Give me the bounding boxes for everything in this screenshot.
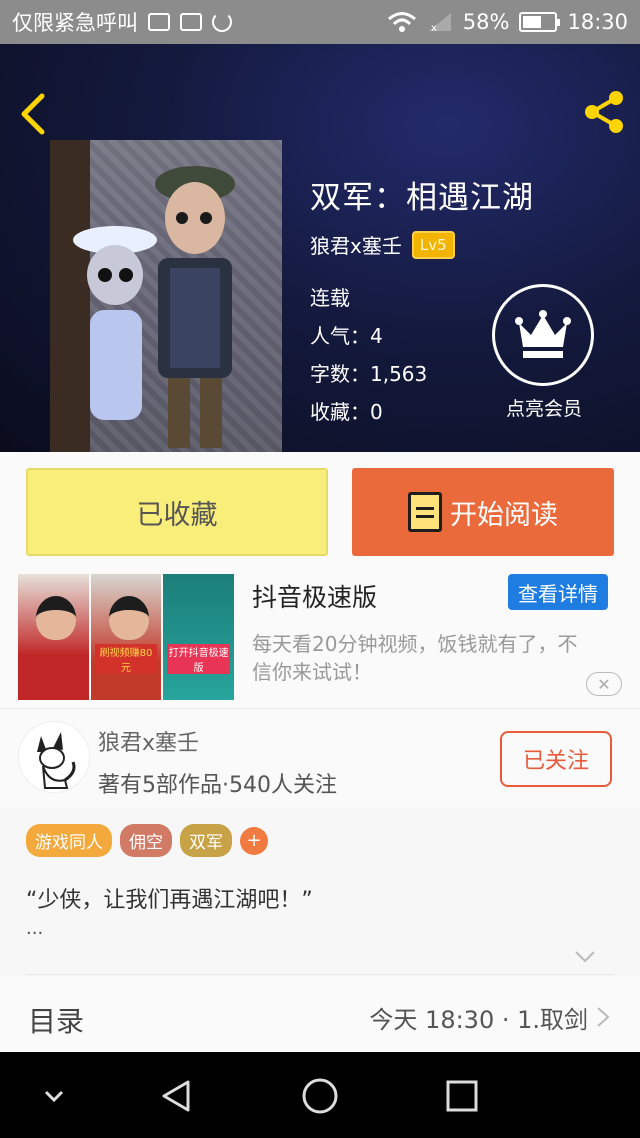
favorite-count: 收藏：0 — [310, 400, 383, 424]
carrier-text: 仅限紧急呼叫 — [12, 11, 138, 35]
svg-text:x: x — [431, 23, 437, 33]
ad-panel — [18, 574, 89, 700]
table-of-contents-row[interactable]: 目录 今天 18:30 · 1.取剑 — [0, 976, 640, 1052]
author-stats: 著有5部作品·540人关注 — [98, 773, 337, 798]
chevron-right-icon[interactable] — [596, 1006, 610, 1028]
system-nav-bar — [0, 1052, 640, 1138]
avatar[interactable] — [18, 721, 90, 793]
recents-nav-icon[interactable] — [442, 1076, 482, 1116]
favorited-button[interactable]: 已收藏 — [26, 468, 328, 556]
ad-image[interactable]: 刷视频赚80元 打开抖音极速版 — [18, 574, 235, 700]
divider — [26, 974, 614, 975]
battery-percent: 58% — [462, 10, 510, 34]
vip-button[interactable]: 点亮会员 — [492, 284, 596, 421]
wifi-icon — [387, 12, 416, 32]
hide-nav-icon[interactable] — [34, 1076, 74, 1116]
tag-chip[interactable]: 佣空 — [120, 824, 172, 857]
book-intro: “少侠，让我们再遇江湖吧！” — [26, 888, 313, 913]
sync-icon — [212, 12, 232, 32]
intro-ellipsis: ... — [26, 918, 44, 939]
ad-close-icon[interactable]: ✕ — [586, 672, 622, 696]
cover-figure-doll — [73, 226, 157, 420]
serial-status: 连载 — [310, 286, 350, 310]
word-count: 字数：1,563 — [310, 362, 428, 386]
share-icon[interactable] — [580, 88, 628, 136]
book-author-row: 狼君x塞壬 Lv5 — [310, 230, 455, 259]
signal-icon: x — [428, 13, 451, 33]
author-name[interactable]: 狼君x塞壬 — [98, 725, 199, 757]
start-reading-button[interactable]: 开始阅读 — [352, 468, 614, 556]
keyboard-icon — [148, 13, 170, 31]
book-author[interactable]: 狼君x塞壬 — [310, 230, 402, 259]
ad-detail-button[interactable]: 查看详情 — [508, 574, 608, 610]
ad-panel: 打开抖音极速版 — [163, 574, 235, 700]
book-cover-image[interactable] — [50, 140, 282, 452]
ad-panel: 刷视频赚80元 — [90, 574, 162, 700]
ad-panel-caption: 打开抖音极速版 — [167, 644, 231, 674]
book-header: 双军：相遇江湖 狼君x塞壬 Lv5 连载 人气：4 字数：1,563 收藏：0 … — [0, 44, 640, 452]
book-title: 双军：相遇江湖 — [310, 180, 534, 216]
wolf-avatar-icon — [37, 732, 76, 789]
status-bar: 仅限紧急呼叫 x 58% 18:30 — [0, 0, 640, 44]
image-icon — [180, 13, 202, 31]
battery-icon — [519, 12, 561, 32]
tag-chip[interactable]: 游戏同人 — [26, 824, 112, 857]
back-nav-icon[interactable] — [158, 1076, 198, 1116]
ad-title[interactable]: 抖音极速版 — [252, 578, 377, 614]
back-arrow-icon[interactable] — [16, 92, 52, 136]
vip-label: 点亮会员 — [505, 398, 582, 420]
ad-banner[interactable]: 刷视频赚80元 打开抖音极速版 抖音极速版 查看详情 每天看20分钟视频，饭钱就… — [0, 570, 640, 708]
action-buttons: 已收藏 开始阅读 — [0, 452, 640, 570]
follow-button[interactable]: 已关注 — [500, 731, 612, 787]
clock: 18:30 — [567, 10, 628, 34]
tag-chip[interactable]: 双军 — [180, 824, 232, 857]
author-section[interactable]: 狼君x塞壬 著有5部作品·540人关注 已关注 — [0, 708, 640, 808]
latest-chapter[interactable]: 今天 18:30 · 1.取剑 — [369, 1000, 588, 1035]
add-tag-button[interactable]: + — [240, 826, 268, 855]
ad-description: 每天看20分钟视频，饭钱就有了，不信你来试试！ — [252, 632, 578, 684]
start-reading-label: 开始阅读 — [450, 499, 558, 531]
crown-icon — [515, 310, 571, 358]
home-nav-icon[interactable] — [300, 1076, 340, 1116]
chevron-down-icon[interactable] — [574, 950, 596, 964]
popularity: 人气：4 — [310, 324, 383, 348]
book-icon — [408, 492, 442, 532]
tag-list: 游戏同人 佣空 双军 + — [26, 824, 268, 857]
toc-title: 目录 — [28, 1005, 85, 1038]
ad-panel-caption: 刷视频赚80元 — [94, 644, 158, 674]
level-badge: Lv5 — [411, 230, 455, 259]
